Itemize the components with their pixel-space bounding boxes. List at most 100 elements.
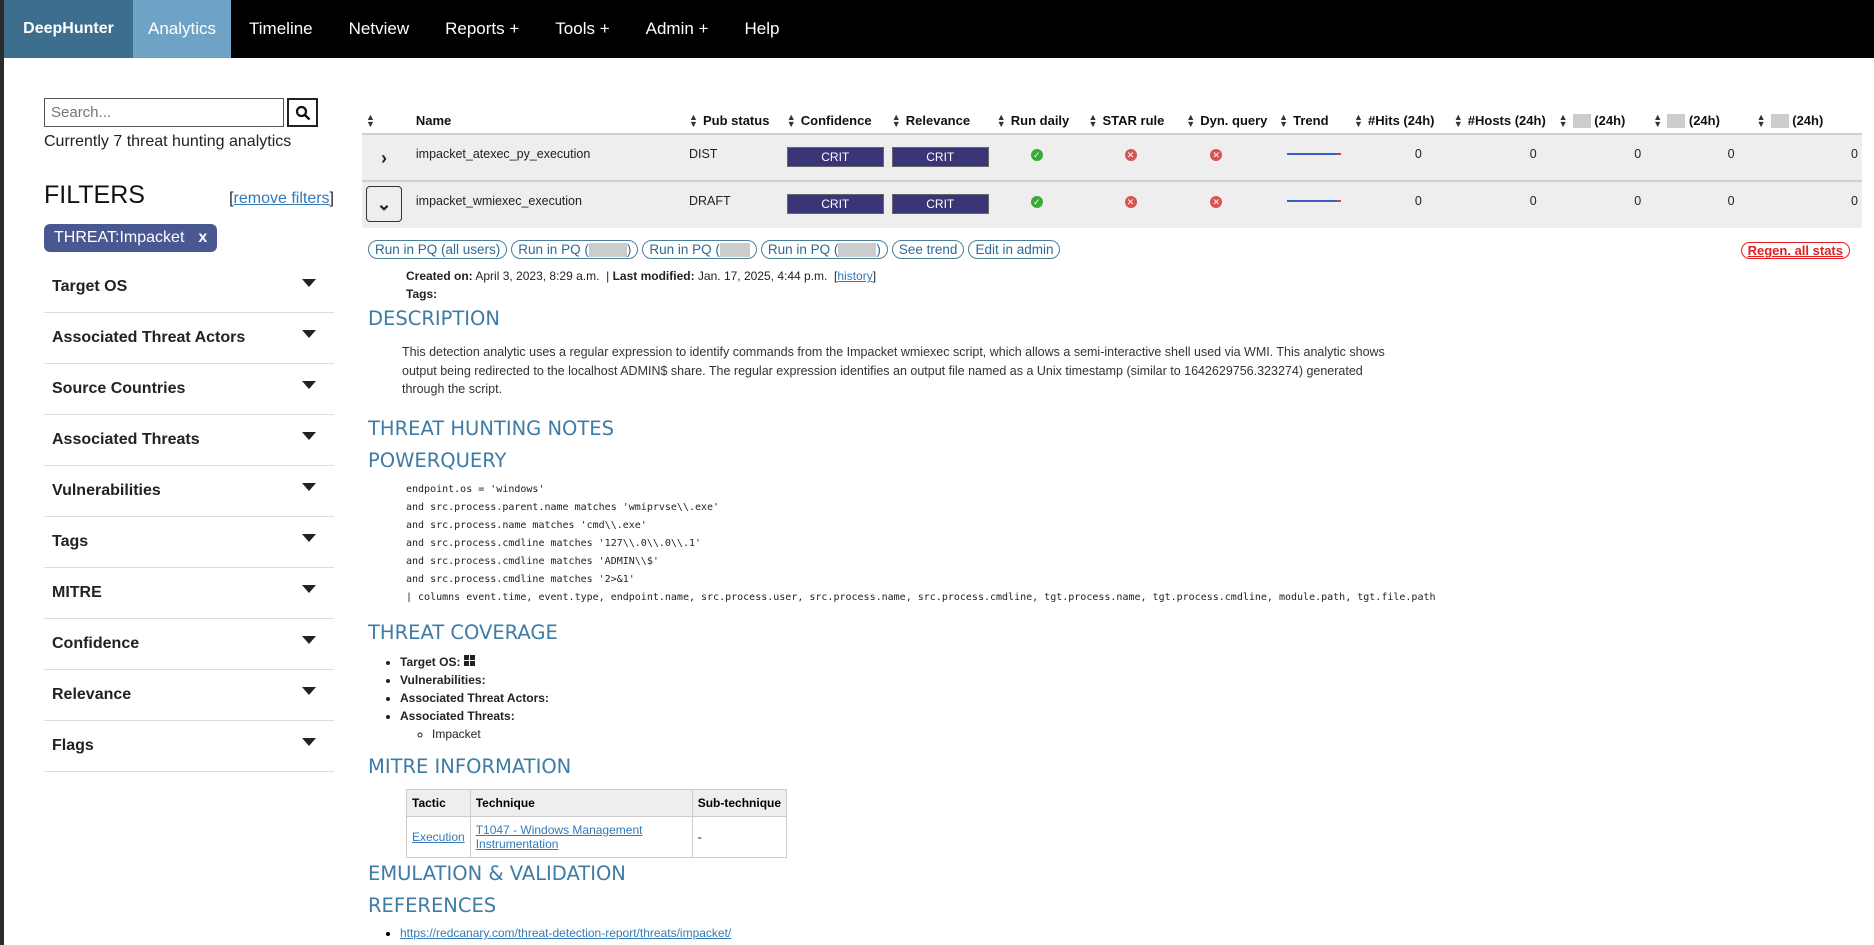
filters-header: FILTERS [remove filters] — [44, 181, 334, 210]
nav-tools[interactable]: Tools + — [537, 0, 627, 58]
nav-netview[interactable]: Netview — [331, 0, 427, 58]
sort-icon: ▲ ▼ — [688, 112, 698, 130]
relevance-cell: CRIT — [888, 181, 993, 228]
run-pq-all-users-button[interactable]: Run in PQ (all users) — [368, 240, 508, 260]
filter-target-os[interactable]: Target OS — [44, 262, 334, 313]
col-expand[interactable]: ▲ ▼ — [362, 108, 412, 134]
analytics-table: ▲ ▼ Name ▲ ▼ Pub status ▲ ▼ Confidence ▲ ▼ Rele… — [362, 108, 1862, 228]
nav-timeline[interactable]: Timeline — [231, 0, 331, 58]
col-hosts[interactable]: ▲ ▼ #Hosts (24h) — [1450, 108, 1555, 134]
caret-down-icon — [302, 330, 316, 338]
mitre-technique-cell: T1047 - Windows Management Instrumentati… — [469, 815, 693, 858]
nav-help[interactable]: Help — [726, 0, 797, 58]
trend-sparkline[interactable] — [1287, 153, 1342, 155]
col-hits[interactable]: ▲ ▼ #Hits (24h) — [1350, 108, 1450, 134]
col-redacted-1[interactable]: ▲ ▼ (24h) — [1555, 108, 1650, 134]
dyn-query-cell: ✕ — [1182, 134, 1275, 181]
expand-cell: ⌄ — [362, 181, 412, 228]
chevron-down-icon[interactable]: ⌄ — [366, 186, 402, 222]
coverage-target-os: Target OS: — [400, 653, 1868, 671]
brand-logo[interactable]: DeepHunter — [4, 0, 133, 58]
nav-admin[interactable]: Admin + — [628, 0, 727, 58]
description-heading: DESCRIPTION — [368, 307, 500, 331]
caret-down-icon — [302, 432, 316, 440]
filter-threats[interactable]: Associated Threats — [44, 415, 334, 466]
chevron-right-icon[interactable]: › — [366, 140, 402, 176]
filter-label: Source Countries — [52, 380, 186, 397]
filter-mitre[interactable]: MITRE — [44, 568, 334, 619]
hits-cell: 0 — [1414, 194, 1422, 208]
powerquery-heading: POWERQUERY — [368, 448, 507, 472]
filter-label: Vulnerabilities — [52, 482, 161, 499]
search-row — [44, 98, 334, 127]
filter-flags[interactable]: Flags — [44, 721, 334, 772]
chip-remove-icon[interactable]: x — [198, 229, 207, 247]
run-pq-button[interactable]: Run in PQ ( — [642, 240, 757, 260]
history-link[interactable]: history — [837, 269, 872, 283]
reference-link[interactable]: https://redcanary.com/threat-detection-r… — [400, 926, 731, 940]
modified-value: Jan. 17, 2025, 4:44 p.m. — [697, 269, 828, 284]
table-header-row: ▲ ▼ Name ▲ ▼ Pub status ▲ ▼ Confidence ▲ ▼ Rele… — [362, 108, 1862, 134]
search-button[interactable] — [287, 98, 318, 127]
emulation-heading: EMULATION & VALIDATION — [368, 861, 626, 885]
top-navbar: DeepHunter Analytics Timeline Netview Re… — [4, 0, 1874, 58]
redacted-block — [719, 243, 750, 258]
run-pq-button[interactable]: Run in PQ () — [760, 240, 888, 260]
filter-source-countries[interactable]: Source Countries — [44, 364, 334, 415]
search-input[interactable] — [44, 98, 284, 127]
col-relevance[interactable]: ▲ ▼ Relevance — [888, 108, 993, 134]
table-row[interactable]: ⌄ impacket_wmiexec_execution DRAFT CRIT … — [362, 181, 1862, 228]
caret-down-icon — [302, 381, 316, 389]
analytics-table-container: ▲ ▼ Name ▲ ▼ Pub status ▲ ▼ Confidence ▲ ▼ Rele… — [362, 108, 1862, 228]
sort-icon: ▲ ▼ — [1088, 112, 1098, 130]
name-cell[interactable]: impacket_atexec_py_execution — [412, 134, 685, 181]
nav-analytics[interactable]: Analytics — [133, 0, 232, 58]
technique-link[interactable]: T1047 - Windows Management Instrumentati… — [476, 823, 643, 851]
filter-label: Associated Threat Actors — [52, 329, 246, 346]
cross-icon: ✕ — [1210, 196, 1223, 208]
caret-down-icon — [302, 279, 316, 287]
see-trend-button[interactable]: See trend — [891, 240, 965, 260]
col-name[interactable]: Name — [412, 108, 685, 134]
col-dyn-query[interactable]: ▲ ▼ Dyn. query — [1182, 108, 1275, 134]
filter-label: Target OS — [52, 278, 128, 295]
sidebar: Currently 7 threat hunting analytics FIL… — [44, 98, 334, 772]
caret-down-icon — [302, 585, 316, 593]
col-pub-status[interactable]: ▲ ▼ Pub status — [685, 108, 783, 134]
regen-stats-button[interactable]: Regen. all stats — [1740, 242, 1850, 259]
nav-reports[interactable]: Reports + — [427, 0, 537, 58]
edit-in-admin-button[interactable]: Edit in admin — [968, 240, 1061, 260]
star-rule-cell: ✕ — [1085, 181, 1183, 228]
remove-filters-link[interactable]: remove filters — [234, 190, 330, 207]
filter-confidence[interactable]: Confidence — [44, 619, 334, 670]
relevance-badge: CRIT — [891, 194, 989, 214]
filter-label: Tags — [52, 533, 89, 550]
col-redacted-2[interactable]: ▲ ▼ (24h) — [1649, 108, 1752, 134]
threat-coverage-heading: THREAT COVERAGE — [368, 620, 558, 644]
col-star-rule[interactable]: ▲ ▼ STAR rule — [1085, 108, 1183, 134]
filter-tags[interactable]: Tags — [44, 517, 334, 568]
col-confidence[interactable]: ▲ ▼ Confidence — [783, 108, 888, 134]
active-filter-chip: THREAT:Impacket x — [44, 224, 218, 252]
name-cell[interactable]: impacket_wmiexec_execution — [412, 181, 685, 228]
col-redacted-3[interactable]: ▲ ▼ (24h) — [1753, 108, 1862, 134]
col-trend[interactable]: ▲ ▼ Trend — [1275, 108, 1350, 134]
filter-vulnerabilities[interactable]: Vulnerabilities — [44, 466, 334, 517]
caret-down-icon — [302, 738, 316, 746]
filter-relevance[interactable]: Relevance — [44, 670, 334, 721]
coverage-threat-actors: Associated Threat Actors: — [400, 689, 1868, 707]
run-pq-button[interactable]: Run in PQ () — [511, 240, 639, 260]
hits-cell: 0 — [1414, 147, 1422, 161]
hosts-cell: 0 — [1529, 194, 1537, 208]
remove-filters: [remove filters] — [229, 190, 334, 207]
cross-icon: ✕ — [1210, 149, 1223, 161]
table-row[interactable]: › impacket_atexec_py_execution DIST CRIT… — [362, 134, 1862, 181]
col-run-daily[interactable]: ▲ ▼ Run daily — [993, 108, 1085, 134]
mitre-header-row: Tactic Technique Sub-technique — [406, 788, 788, 817]
sort-icon: ▲ ▼ — [1186, 112, 1196, 130]
trend-sparkline[interactable] — [1287, 200, 1342, 202]
filter-threat-actors[interactable]: Associated Threat Actors — [44, 313, 334, 364]
analytics-count: Currently 7 threat hunting analytics — [44, 133, 292, 150]
tactic-link[interactable]: Execution — [412, 830, 465, 844]
sort-icon: ▲ ▼ — [366, 112, 375, 130]
